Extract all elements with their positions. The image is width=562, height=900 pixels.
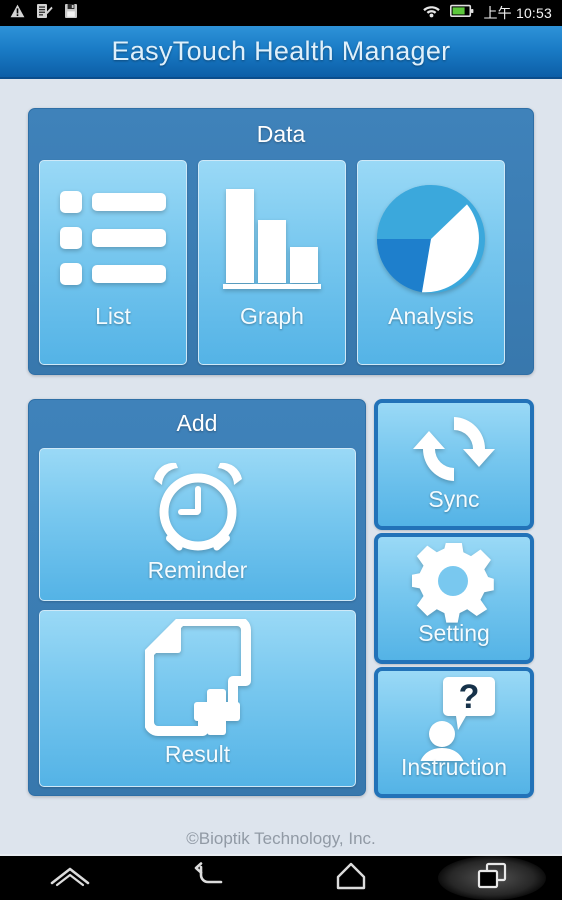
- notification-drawer-button[interactable]: [0, 856, 141, 900]
- tile-reminder[interactable]: Reminder: [39, 448, 356, 601]
- recent-apps-icon: [476, 862, 508, 895]
- footer-copyright: ©Bioptik Technology, Inc.: [186, 829, 376, 848]
- svg-text:?: ?: [459, 678, 480, 716]
- main-content: Data List Graph Analysis Add Reminder Re…: [0, 81, 562, 854]
- document-plus-icon: [143, 616, 251, 742]
- add-panel-title: Add: [176, 410, 218, 436]
- home-icon: [335, 861, 367, 896]
- tile-instruction[interactable]: ? Instruction: [374, 667, 534, 798]
- tile-graph[interactable]: Graph: [198, 160, 346, 365]
- warning-triangle-icon: [10, 4, 25, 23]
- home-button[interactable]: [281, 856, 422, 900]
- tile-setting[interactable]: Setting: [374, 533, 534, 664]
- tile-sync[interactable]: Sync: [374, 399, 534, 530]
- battery-icon: [450, 4, 474, 23]
- alarm-clock-icon: [142, 457, 254, 566]
- note-edit-icon: [36, 3, 53, 24]
- data-panel-title: Data: [256, 121, 306, 147]
- tile-result-label: Result: [164, 741, 231, 767]
- add-panel: Add Reminder Result: [28, 399, 366, 796]
- tile-list[interactable]: List: [39, 160, 187, 365]
- sync-refresh-icon: [411, 409, 497, 494]
- tile-graph-label: Graph: [240, 303, 304, 329]
- gear-icon: [410, 540, 496, 628]
- back-arrow-icon: [194, 861, 228, 895]
- system-navigation-bar: [0, 854, 562, 900]
- app-title-bar: EasyTouch Health Manager: [0, 26, 562, 79]
- status-bar: 上午 10:53: [0, 0, 562, 26]
- pie-chart-icon: [375, 183, 487, 300]
- person-question-icon: ?: [410, 675, 498, 769]
- tile-analysis[interactable]: Analysis: [357, 160, 505, 365]
- wifi-icon: [422, 3, 441, 23]
- app-screen: 上午 10:53 EasyTouch Health Manager Data L…: [0, 0, 562, 900]
- tile-result[interactable]: Result: [39, 610, 356, 787]
- list-icon: [60, 189, 166, 292]
- recent-apps-button[interactable]: [422, 856, 562, 900]
- status-bar-right-icons: 上午 10:53: [422, 3, 552, 23]
- chevron-roof-icon: [49, 865, 91, 892]
- status-bar-left-icons: [10, 3, 78, 24]
- back-button[interactable]: [141, 856, 282, 900]
- save-document-icon: [64, 3, 78, 24]
- bar-chart-icon: [222, 187, 322, 296]
- tile-analysis-label: Analysis: [388, 303, 474, 329]
- status-clock: 上午 10:53: [483, 5, 552, 21]
- tile-list-label: List: [95, 303, 131, 329]
- page-title: EasyTouch Health Manager: [111, 36, 451, 66]
- data-panel: Data List Graph Analysis: [28, 108, 534, 375]
